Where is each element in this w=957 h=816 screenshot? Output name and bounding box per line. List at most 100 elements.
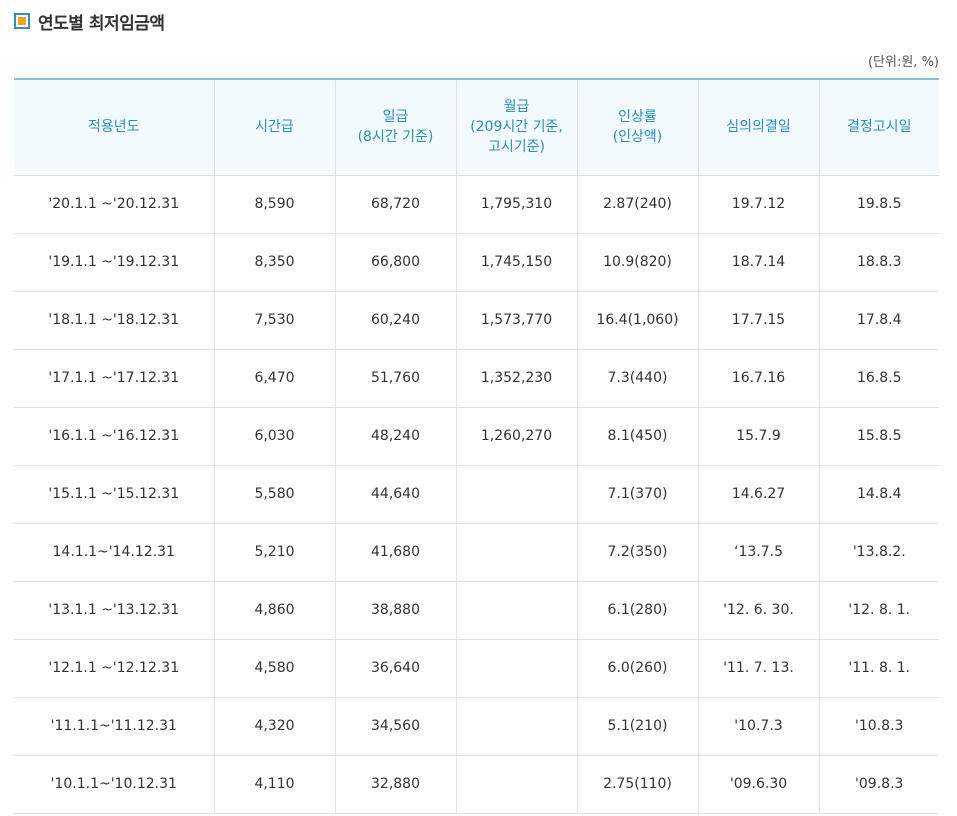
cell-period: '19.1.1 ~'19.12.31	[14, 233, 214, 292]
table-row: '19.1.1 ~'19.12.31 8,350 66,800 1,745,150 10…	[14, 233, 939, 292]
cell-hourly: 4,320	[213, 697, 335, 756]
cell-notice-date: '12. 8. 1.	[818, 581, 939, 640]
cell-monthly: 1,260,270	[455, 407, 577, 466]
cell-monthly	[455, 697, 577, 756]
table-body: '20.1.1 ~'20.12.31 8,590 68,720 1,795,310 2.…	[14, 175, 939, 814]
cell-hourly: 4,580	[213, 639, 335, 698]
unit-note: (단위:원, %)	[867, 55, 939, 70]
cell-increase: 7.3(440)	[576, 349, 698, 408]
cell-increase: 8.1(450)	[576, 407, 698, 466]
cell-increase: 6.0(260)	[576, 639, 698, 698]
cell-daily: 36,640	[334, 639, 456, 698]
header-monthly: 월급 (209시간 기준, 고시기준)	[455, 79, 577, 176]
header-line: 시간급	[255, 119, 294, 136]
cell-daily: 34,560	[334, 697, 456, 756]
header-resolution-date: 심의의결일	[697, 79, 819, 176]
cell-daily: 60,240	[334, 291, 456, 350]
header-line: (209시간 기준,	[470, 119, 563, 136]
cell-daily: 48,240	[334, 407, 456, 466]
header-notice-date: 결정고시일	[818, 79, 939, 176]
cell-daily: 44,640	[334, 465, 456, 524]
cell-daily: 51,760	[334, 349, 456, 408]
cell-period: '15.1.1 ~'15.12.31	[14, 465, 214, 524]
cell-period: '11.1.1~'11.12.31	[14, 697, 214, 756]
cell-hourly: 4,860	[213, 581, 335, 640]
cell-hourly: 4,110	[213, 755, 335, 814]
minimum-wage-table: 적용년도 시간급 일급 (8시간 기준) 월급 (209시간 기준, 고시기준) 인상…	[14, 78, 939, 814]
cell-period: '20.1.1 ~'20.12.31	[14, 175, 214, 234]
cell-monthly: 1,573,770	[455, 291, 577, 350]
cell-daily: 68,720	[334, 175, 456, 234]
cell-resolution-date: 17.7.15	[697, 291, 819, 350]
header-hourly: 시간급	[213, 79, 335, 176]
cell-daily: 66,800	[334, 233, 456, 292]
cell-resolution-date: 18.7.14	[697, 233, 819, 292]
cell-increase: 2.87(240)	[576, 175, 698, 234]
cell-resolution-date: '11. 7. 13.	[697, 639, 819, 698]
cell-monthly: 1,352,230	[455, 349, 577, 408]
header-line: (인상액)	[612, 129, 663, 146]
cell-resolution-date: 19.7.12	[697, 175, 819, 234]
header-line: 월급	[503, 99, 530, 116]
cell-resolution-date: '09.6.30	[697, 755, 819, 814]
table-row: '20.1.1 ~'20.12.31 8,590 68,720 1,795,310 2.…	[14, 175, 939, 234]
table-row: '15.1.1 ~'15.12.31 5,580 44,640 7.1(370) 14.…	[14, 465, 939, 524]
cell-period: '17.1.1 ~'17.12.31	[14, 349, 214, 408]
cell-increase: 10.9(820)	[576, 233, 698, 292]
cell-resolution-date: '12. 6. 30.	[697, 581, 819, 640]
cell-increase: 7.1(370)	[576, 465, 698, 524]
cell-hourly: 8,350	[213, 233, 335, 292]
cell-monthly: 1,745,150	[455, 233, 577, 292]
table-row: '11.1.1~'11.12.31 4,320 34,560 5.1(210) '10.…	[14, 697, 939, 756]
page-title: 연도별 최저임금액	[38, 13, 165, 34]
cell-notice-date: 16.8.5	[818, 349, 939, 408]
cell-period: '13.1.1 ~'13.12.31	[14, 581, 214, 640]
cell-notice-date: '10.8.3	[818, 697, 939, 756]
header-line: 일급	[382, 109, 409, 126]
cell-monthly	[455, 523, 577, 582]
square-bullet-icon	[14, 13, 30, 29]
table-row: '18.1.1 ~'18.12.31 7,530 60,240 1,573,770 16…	[14, 291, 939, 350]
header-year: 적용년도	[14, 79, 214, 176]
cell-daily: 32,880	[334, 755, 456, 814]
header-line: 결정고시일	[847, 119, 912, 136]
cell-increase: 16.4(1,060)	[576, 291, 698, 350]
cell-resolution-date: 14.6.27	[697, 465, 819, 524]
cell-monthly	[455, 465, 577, 524]
cell-monthly	[455, 581, 577, 640]
table-row: '10.1.1~'10.12.31 4,110 32,880 2.75(110) '09…	[14, 755, 939, 814]
header-line: 심의의결일	[726, 119, 791, 136]
cell-notice-date: '11. 8. 1.	[818, 639, 939, 698]
cell-period: '12.1.1 ~'12.12.31	[14, 639, 214, 698]
cell-hourly: 5,580	[213, 465, 335, 524]
cell-hourly: 6,030	[213, 407, 335, 466]
header-line: 적용년도	[87, 119, 140, 136]
cell-increase: 2.75(110)	[576, 755, 698, 814]
cell-hourly: 5,210	[213, 523, 335, 582]
cell-period: '16.1.1 ~'16.12.31	[14, 407, 214, 466]
cell-notice-date: 14.8.4	[818, 465, 939, 524]
cell-period: '10.1.1~'10.12.31	[14, 755, 214, 814]
cell-resolution-date: 16.7.16	[697, 349, 819, 408]
cell-daily: 41,680	[334, 523, 456, 582]
cell-monthly: 1,795,310	[455, 175, 577, 234]
cell-notice-date: 15.8.5	[818, 407, 939, 466]
cell-resolution-date: 15.7.9	[697, 407, 819, 466]
cell-hourly: 7,530	[213, 291, 335, 350]
header-daily: 일급 (8시간 기준)	[334, 79, 456, 176]
cell-notice-date: 18.8.3	[818, 233, 939, 292]
cell-increase: 7.2(350)	[576, 523, 698, 582]
cell-period: '18.1.1 ~'18.12.31	[14, 291, 214, 350]
table-row: '13.1.1 ~'13.12.31 4,860 38,880 6.1(280) '12…	[14, 581, 939, 640]
header-increase-rate: 인상률 (인상액)	[576, 79, 698, 176]
cell-period: 14.1.1~'14.12.31	[14, 523, 214, 582]
cell-resolution-date: '10.7.3	[697, 697, 819, 756]
table-row: '17.1.1 ~'17.12.31 6,470 51,760 1,352,230 7.…	[14, 349, 939, 408]
table-header-row: 적용년도 시간급 일급 (8시간 기준) 월급 (209시간 기준, 고시기준) 인상…	[14, 79, 939, 176]
cell-hourly: 6,470	[213, 349, 335, 408]
cell-increase: 5.1(210)	[576, 697, 698, 756]
cell-notice-date: '09.8.3	[818, 755, 939, 814]
cell-notice-date: '13.8.2.	[818, 523, 939, 582]
cell-notice-date: 17.8.4	[818, 291, 939, 350]
header-line: (8시간 기준)	[357, 129, 434, 146]
